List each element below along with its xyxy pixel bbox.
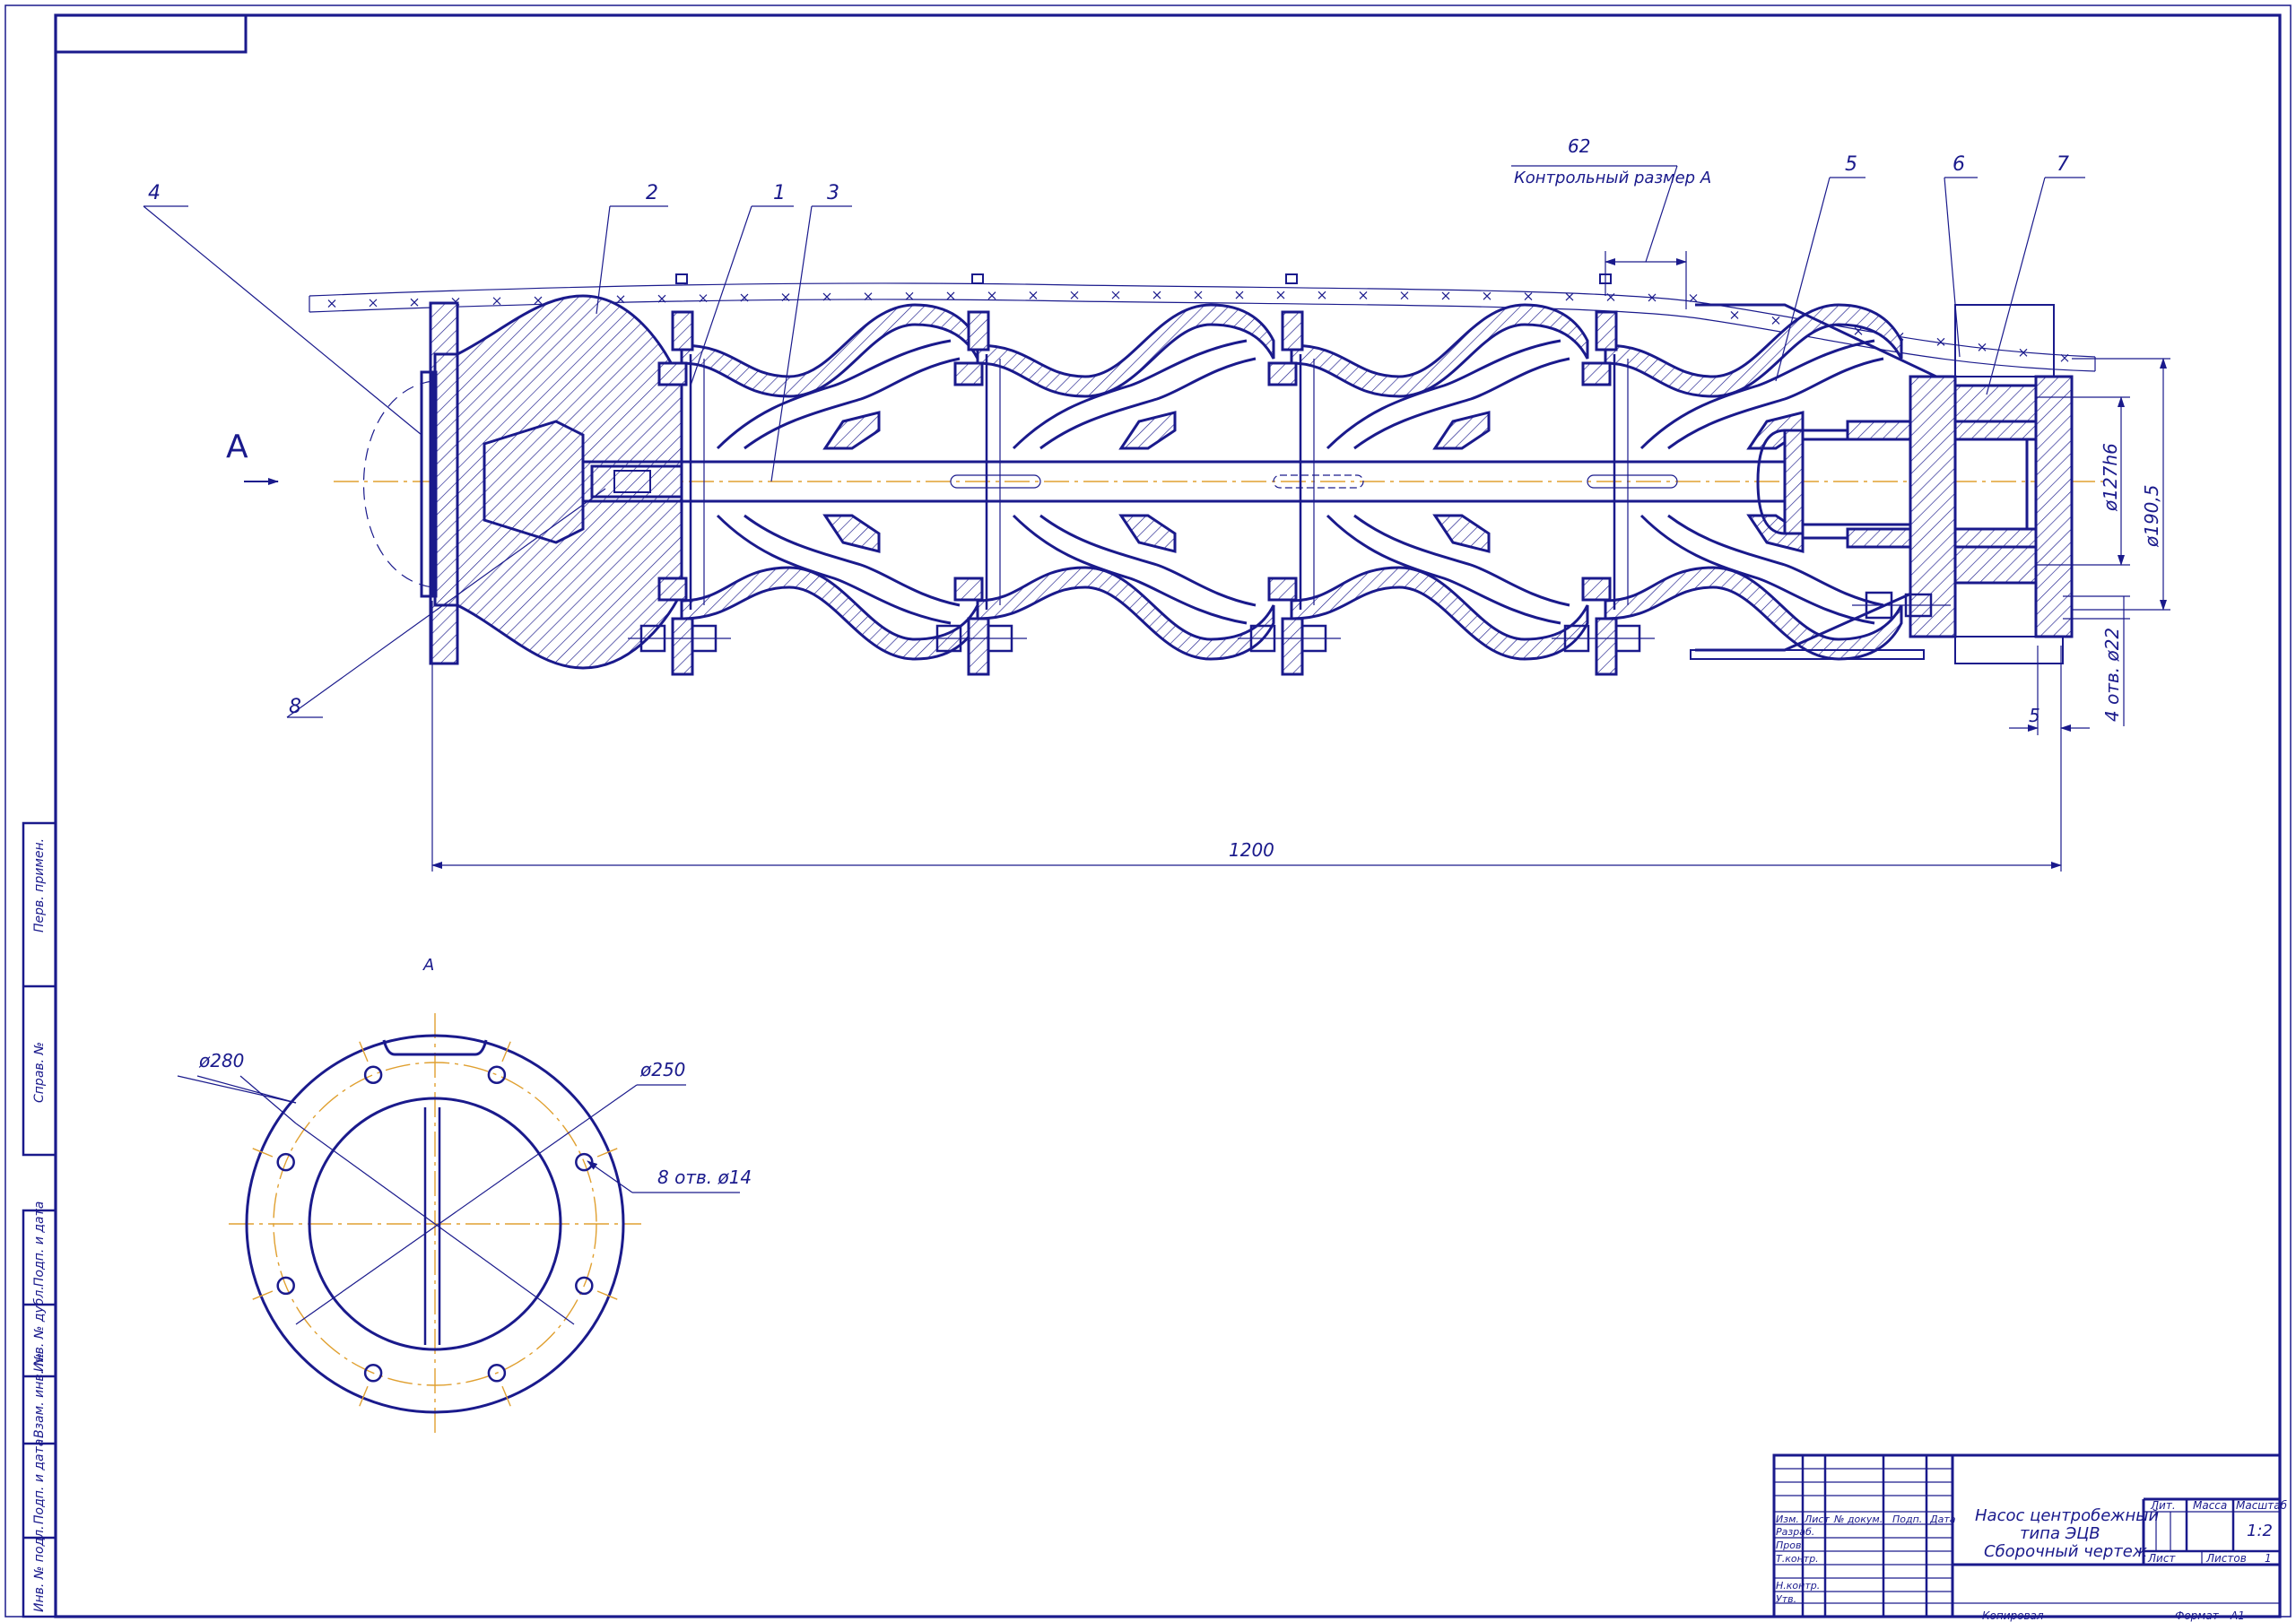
position-label-4: 4 — [148, 182, 161, 204]
sheets-label: Листов — [2205, 1552, 2247, 1565]
view-a-flange: А ø280 ø250 8 отв. ø14 — [177, 956, 752, 1435]
side-stamp-cell: Подп. и дата — [32, 1439, 47, 1524]
title-block-role: Н.контр. — [1776, 1580, 1820, 1592]
mass-label: Масса — [2193, 1499, 2227, 1512]
position-label-3: 3 — [827, 182, 839, 204]
dim-dia-127: ø127h6 — [2100, 443, 2121, 512]
format-label: Формат — [2175, 1609, 2220, 1622]
drawing-title-line-3: Сборочный чертеж — [1984, 1542, 2148, 1561]
title-block-header-cell: Подп. — [1892, 1514, 1922, 1525]
title-block-header-cell: Дата — [1929, 1514, 1956, 1525]
position-label-2: 2 — [646, 182, 658, 204]
dim-holes-right: 4 отв. ø22 — [2101, 628, 2123, 722]
side-stamp-cell: Подп. и дата — [32, 1201, 47, 1287]
copied-label: Копировал — [1982, 1609, 2044, 1622]
title-block-header-cell: Лист — [1804, 1514, 1830, 1525]
dim-flange-offset: 5 — [2029, 705, 2040, 726]
dim-dia-190: ø190,5 — [2141, 485, 2162, 549]
view-a-title: А — [422, 956, 434, 975]
sheet-label: Лист — [2147, 1552, 2176, 1565]
title-block-role: Разраб. — [1776, 1526, 1814, 1538]
title-block: Изм. Лист № докум. Подп. Дата Разраб. Пр… — [1772, 1453, 2288, 1622]
assembly-drawing-sheet: Перв. примен. Справ. № Подп. и дата Инв.… — [4, 4, 2292, 1622]
dim-overall-length: 1200 — [1229, 839, 1274, 861]
title-block-role: Пров. — [1776, 1540, 1805, 1551]
view-arrow: А — [226, 429, 279, 485]
title-block-role: Утв. — [1776, 1593, 1796, 1605]
side-stamp: Перв. примен. Справ. № Подп. и дата Инв.… — [22, 821, 57, 1618]
view-arrow-label: А — [226, 429, 248, 465]
title-block-header-cell: Изм. — [1776, 1514, 1799, 1525]
title-block-role: Т.контр. — [1776, 1553, 1819, 1565]
side-stamp-cell: Перв. примен. — [32, 838, 47, 932]
title-block-header-cell: № докум. — [1833, 1514, 1883, 1525]
side-stamp-cell: Справ. № — [32, 1042, 47, 1103]
control-dimension-value: 62 — [1568, 135, 1590, 157]
position-label-1: 1 — [773, 182, 786, 204]
dim-dia-280: ø280 — [198, 1050, 244, 1071]
position-label-5: 5 — [1845, 153, 1857, 176]
sheet-frame — [4, 4, 2292, 1618]
control-dimension-label: Контрольный размер А — [1514, 169, 1711, 187]
position-label-8: 8 — [289, 696, 301, 718]
drawing-title-line-2: типа ЭЦВ — [2020, 1524, 2100, 1543]
sheets-value: 1 — [2265, 1552, 2272, 1565]
scale-label: Масштаб — [2236, 1499, 2288, 1512]
dim-holes-flange: 8 отв. ø14 — [657, 1167, 752, 1188]
lit-label: Лит. — [2150, 1499, 2176, 1512]
position-label-6: 6 — [1952, 153, 1965, 176]
pump-stage — [924, 273, 1275, 676]
side-stamp-cell: Взам. инв. № — [32, 1353, 47, 1438]
dim-dia-250: ø250 — [639, 1059, 685, 1080]
drawing-title-line-1: Насос центробежный — [1975, 1506, 2159, 1525]
side-stamp-cell: Инв. № подл. — [32, 1525, 47, 1612]
flange-hole — [363, 1065, 383, 1084]
stages — [628, 273, 1903, 676]
flange-hole — [487, 1065, 507, 1084]
pump-stage — [1238, 273, 1589, 676]
scale-value: 1:2 — [2247, 1522, 2273, 1540]
format-value: А1 — [2230, 1609, 2245, 1622]
position-label-7: 7 — [2057, 153, 2069, 176]
pump-section-view — [309, 273, 2108, 676]
